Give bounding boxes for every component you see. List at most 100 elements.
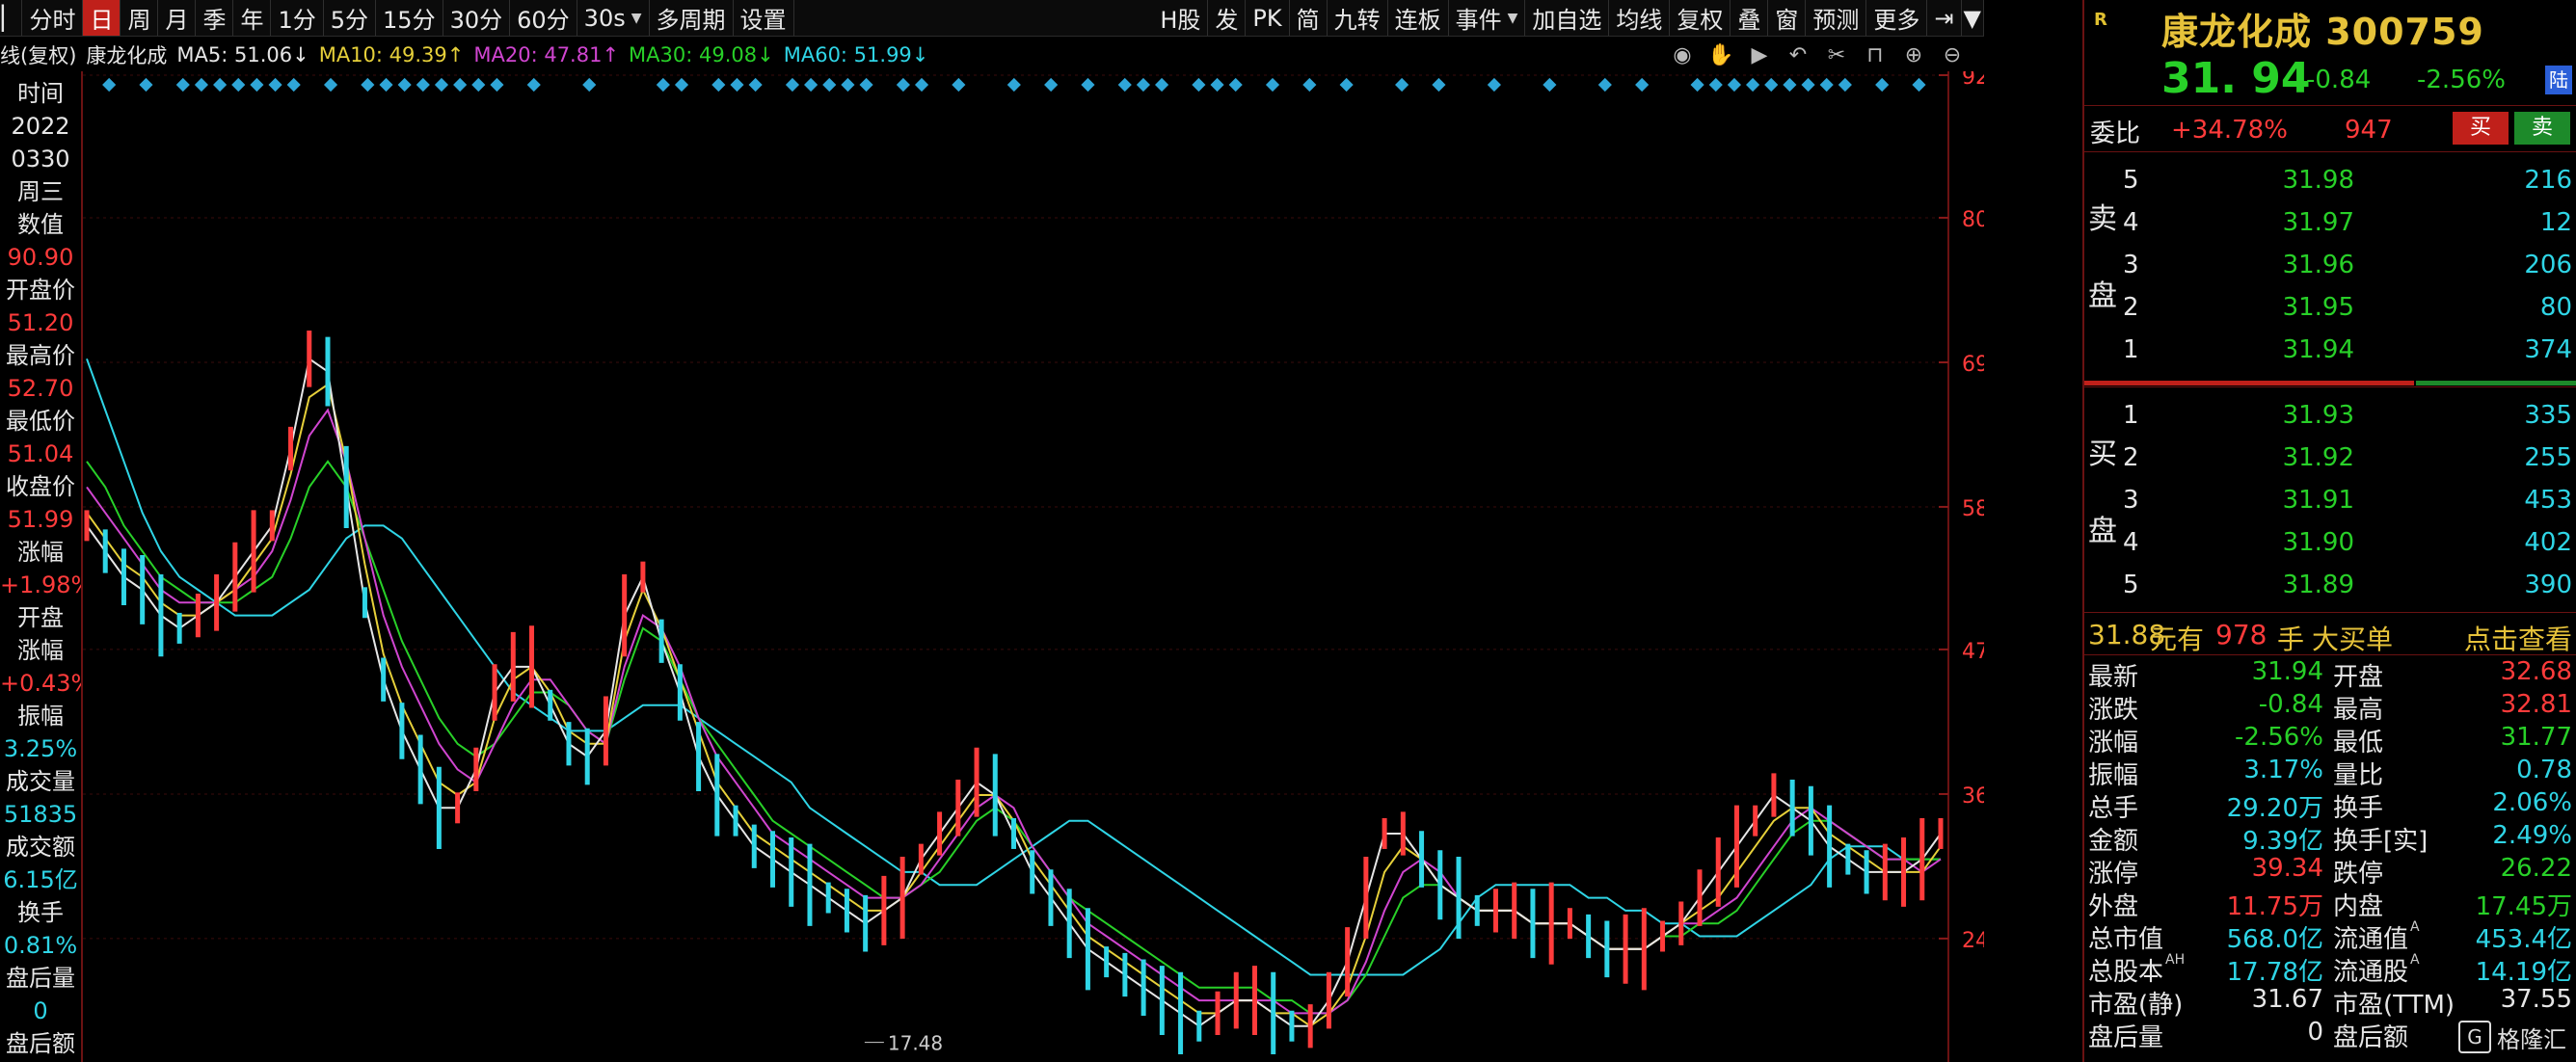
tool-button-label: 事件	[1455, 7, 1502, 34]
hand-icon[interactable]: ✋	[1706, 40, 1735, 69]
big-order-link[interactable]: 点击查看	[2464, 619, 2572, 657]
tool-button-2[interactable]: PK	[1246, 0, 1290, 36]
event-marker	[1635, 77, 1650, 93]
stat-row: 总股本 AH 17.78亿 流通股 A 14.19亿	[2084, 950, 2576, 987]
period-tab-label: 月	[165, 7, 189, 34]
stat-row: 总市值 568.0亿 流通值 A 453.4亿	[2084, 917, 2576, 954]
tool-button-label: 简	[1296, 7, 1320, 34]
period-tab-0[interactable]: 分时	[22, 0, 84, 36]
period-tab-9[interactable]: 30分	[443, 0, 511, 36]
period-tab-label: 季	[202, 7, 227, 34]
event-marker	[213, 77, 228, 93]
tool-button-5[interactable]: 连板	[1388, 0, 1449, 36]
maximize-icon[interactable]: ⇥	[1927, 0, 1962, 36]
period-tab-12[interactable]: 多周期	[650, 0, 734, 36]
book-qty: 335	[2524, 401, 2572, 430]
period-tab-11[interactable]: 30s ▼	[577, 0, 650, 36]
period-tab-13[interactable]: 设置	[734, 0, 794, 36]
toolbar-scroll-left[interactable]: ▏	[0, 0, 23, 36]
dropdown-icon[interactable]: ▼	[1962, 0, 1984, 36]
event-marker	[822, 77, 837, 93]
event-marker	[1117, 77, 1132, 93]
tool-button-0[interactable]: H股	[1153, 0, 1209, 36]
stat-value: 31.77	[2500, 723, 2572, 752]
lock-icon[interactable]: ⊓	[1861, 40, 1890, 69]
tool-button-7[interactable]: 加自选	[1525, 0, 1610, 36]
tool-button-label: 预测	[1812, 7, 1860, 34]
eye-icon[interactable]: ◉	[1668, 40, 1697, 69]
period-tab-label: 周	[127, 7, 151, 34]
stat-value: -0.84	[2258, 690, 2323, 719]
zoom-in-icon[interactable]: ⊕	[1899, 40, 1928, 69]
event-marker	[1819, 77, 1834, 93]
tool-button-10[interactable]: 叠	[1731, 0, 1769, 36]
kline-chart-svg[interactable]: 92.1 80.99 69.72 58.46 47.35 36.08 24.82 17.48	[83, 71, 1984, 1062]
period-tab-10[interactable]: 60分	[510, 0, 577, 36]
event-marker	[231, 77, 246, 93]
book-row: 4 31.97 12	[2123, 200, 2572, 243]
stat-row: 金额 9.39亿 换手[实] 2.49%	[2084, 819, 2576, 856]
order-ratio-value: +34.78%	[2171, 116, 2288, 145]
ma-value-0: MA5: 51.06↓	[176, 43, 309, 66]
chevron-down-icon[interactable]: ▼	[631, 11, 642, 26]
book-level: 4	[2123, 208, 2139, 237]
event-marker	[250, 77, 264, 93]
tool-button-9[interactable]: 复权	[1670, 0, 1731, 36]
info-row-14: 涨幅	[17, 539, 64, 566]
event-marker	[1801, 77, 1815, 93]
period-tab-4[interactable]: 季	[196, 0, 234, 36]
tool-button-12[interactable]: 预测	[1806, 0, 1867, 36]
tool-button-11[interactable]: 窗	[1768, 0, 1807, 36]
period-tab-6[interactable]: 1分	[271, 0, 324, 36]
stat-value: 2.06%	[2492, 788, 2572, 817]
quote-header: R 康龙化成 300759 31. 94 -0.84 -2.56% 陆	[2084, 0, 2576, 106]
event-marker	[1432, 77, 1446, 93]
event-marker	[804, 77, 818, 93]
event-marker	[748, 77, 763, 93]
tool-button-3[interactable]: 简	[1290, 0, 1328, 36]
period-tab-3[interactable]: 月	[158, 0, 197, 36]
event-marker	[286, 77, 301, 93]
scissors-icon[interactable]: ✂	[1822, 40, 1851, 69]
book-qty: 216	[2524, 166, 2572, 195]
tool-button-1[interactable]: 发	[1208, 0, 1247, 36]
event-marker	[785, 77, 800, 93]
undo-icon[interactable]: ↶	[1784, 40, 1812, 69]
quote-stats: 最新 31.94 开盘 32.68 涨跌 -0.84 最高 32.81 涨幅 -2.56% 最低 31…	[2084, 655, 2576, 1052]
play-icon[interactable]: ▶	[1745, 40, 1774, 69]
period-tab-8[interactable]: 15分	[376, 0, 443, 36]
book-level: 2	[2123, 443, 2139, 472]
stat-value: 31.94	[2251, 657, 2323, 686]
period-tab-label: 30s	[583, 4, 626, 32]
info-row-3: 周三	[17, 178, 64, 205]
watermark: G 格隆汇	[2458, 1016, 2572, 1058]
period-tab-1[interactable]: 日	[83, 0, 121, 36]
kline-chart[interactable]: 92.1 80.99 69.72 58.46 47.35 36.08 24.82 17.48	[83, 71, 1984, 1062]
zoom-out-icon[interactable]: ⊖	[1938, 40, 1967, 69]
book-level: 5	[2123, 166, 2139, 195]
tool-button-6[interactable]: 事件 ▼	[1449, 0, 1526, 36]
sell-button[interactable]: 卖	[2514, 112, 2570, 145]
quote-panel: R 康龙化成 300759 31. 94 -0.84 -2.56% 陆 委比 +…	[2082, 0, 2576, 1062]
tool-button-13[interactable]: 更多	[1866, 0, 1928, 36]
event-marker	[1746, 77, 1760, 93]
info-row-5: 90.90	[7, 244, 74, 271]
tool-button-4[interactable]: 九转	[1328, 0, 1388, 36]
period-tab-label: 5分	[330, 7, 369, 34]
info-row-19: 振幅	[17, 703, 64, 730]
period-tab-7[interactable]: 5分	[324, 0, 377, 36]
watermark-logo: G	[2458, 1021, 2491, 1053]
last-price: 31. 94	[2161, 54, 2311, 103]
big-order-label: 大买单	[2312, 624, 2394, 655]
tool-button-label: 连板	[1394, 7, 1441, 34]
period-tab-2[interactable]: 周	[121, 0, 159, 36]
tool-button-label: PK	[1252, 4, 1282, 32]
info-row-21: 成交量	[6, 768, 75, 795]
tool-button-8[interactable]: 均线	[1609, 0, 1671, 36]
chevron-down-icon[interactable]: ▼	[1508, 11, 1518, 26]
buy-button[interactable]: 买	[2453, 112, 2509, 145]
big-order-row[interactable]: 31.88 元有 978 手 大买单 点击查看	[2084, 613, 2576, 655]
stat-label: 盘后额	[2333, 1018, 2408, 1053]
period-tab-5[interactable]: 年	[233, 0, 272, 36]
event-marker	[416, 77, 430, 93]
